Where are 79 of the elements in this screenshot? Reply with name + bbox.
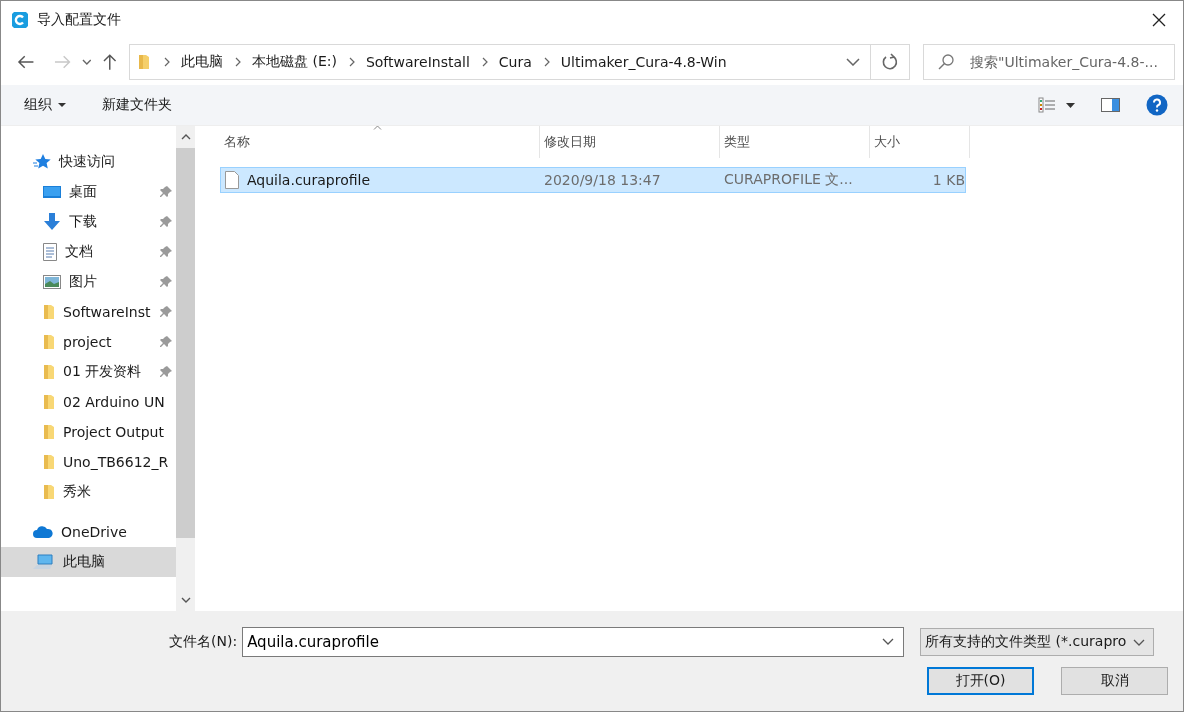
folder-icon (43, 484, 55, 500)
file-type-dropdown[interactable]: 所有支持的文件类型 (*.curapro (920, 628, 1155, 656)
chevron-right-icon[interactable] (235, 57, 241, 67)
chevron-right-icon[interactable] (543, 57, 550, 67)
file-icon (225, 171, 239, 189)
scroll-up-icon[interactable] (180, 134, 191, 140)
sidebar-item[interactable]: 快速访问 (1, 147, 176, 177)
sidebar-item[interactable]: SoftwareInst (1, 297, 176, 327)
chevron-down-icon[interactable] (882, 638, 895, 645)
caret-icon[interactable] (1066, 102, 1075, 108)
column-header[interactable]: 名称 (220, 126, 540, 158)
window-title: 导入配置文件 (37, 11, 121, 29)
chevron-right-icon[interactable] (164, 57, 170, 67)
date-cell-text: 2020/9/18 13:47 (543, 171, 662, 190)
folder-icon (43, 394, 55, 410)
organize-button[interactable]: 组织 (15, 92, 75, 118)
sidebar-item[interactable]: 秀米 (1, 477, 176, 507)
sidebar-item[interactable]: 02 Arduino UN (1, 387, 176, 417)
file-row[interactable]: Aquila.curaprofile 2020/9/18 13:47 CURAPROFILE 文... 1 KB (220, 167, 966, 193)
help-icon[interactable] (1146, 94, 1168, 116)
chevron-down-icon (1133, 638, 1146, 646)
column-header[interactable]: 类型 (720, 126, 870, 158)
monitor-icon (43, 185, 61, 199)
filename-field[interactable]: Aquila.curaprofile (242, 627, 905, 657)
refresh-icon (881, 53, 900, 71)
breadcrumb-item[interactable]: SoftwareInstall (365, 54, 470, 70)
column-header[interactable]: 修改日期 (540, 126, 720, 158)
preview-pane-icon[interactable] (1101, 98, 1120, 112)
star-icon (33, 154, 51, 170)
sidebar-item[interactable]: 图片 (1, 267, 176, 297)
down-arrow-icon (43, 213, 61, 231)
chevron-down-icon[interactable] (81, 59, 92, 65)
search-field[interactable]: 搜索"Ultimaker_Cura-4.8-... (923, 44, 1175, 80)
sidebar-item[interactable]: project (1, 327, 176, 357)
breadcrumb-item[interactable]: Ultimaker_Cura-4.8-Win (560, 54, 727, 70)
document-icon (43, 243, 57, 261)
address-bar[interactable]: 此电脑 本地磁盘 (E:) SoftwareInstall Cura Ultimaker_Cura-4.8-Win (129, 44, 872, 80)
close-icon[interactable] (1152, 13, 1166, 27)
computer-icon (33, 554, 55, 570)
file-name: Aquila.curaprofile (247, 172, 371, 188)
folder-icon (43, 364, 55, 380)
filename-label: 文件名(N): (169, 633, 238, 651)
caret-icon (58, 103, 66, 107)
sidebar-item[interactable]: 01 开发资料 (1, 357, 176, 387)
back-arrow-icon[interactable] (17, 55, 35, 69)
folder-icon (43, 454, 55, 470)
folder-icon (138, 54, 150, 70)
sidebar-item[interactable]: Uno_TB6612_R (1, 447, 176, 477)
type-cell-text: CURAPROFILE 文... (723, 170, 854, 189)
view-list-icon[interactable] (1038, 97, 1056, 113)
scrollbar-thumb[interactable] (176, 148, 195, 538)
breadcrumb-item[interactable]: 此电脑 (181, 53, 223, 71)
sidebar-item[interactable]: 文档 (1, 237, 176, 267)
picture-icon (43, 275, 61, 289)
open-button[interactable]: 打开(O) (927, 667, 1034, 695)
folder-icon (43, 334, 55, 350)
new-folder-button[interactable]: 新建文件夹 (93, 92, 181, 118)
size-cell-text: 1 KB (931, 171, 965, 190)
chevron-right-icon[interactable] (348, 57, 355, 67)
search-icon (937, 53, 955, 71)
app-icon (11, 11, 29, 29)
column-header[interactable]: 大小 (870, 126, 970, 158)
cloud-icon (33, 525, 53, 539)
sidebar-item[interactable]: 此电脑 (1, 547, 176, 577)
folder-icon (43, 304, 55, 320)
scrollbar[interactable] (176, 126, 195, 611)
sidebar-item[interactable]: 桌面 (1, 177, 176, 207)
sidebar-item[interactable]: Project Output (1, 417, 176, 447)
breadcrumb-item[interactable]: Cura (498, 54, 532, 70)
refresh-button[interactable] (871, 44, 910, 80)
up-arrow-icon[interactable] (103, 53, 117, 71)
chevron-down-icon[interactable] (846, 58, 861, 66)
scroll-down-icon[interactable] (180, 597, 191, 603)
sidebar-item[interactable]: OneDrive (1, 517, 176, 547)
chevron-right-icon[interactable] (481, 57, 488, 67)
breadcrumb-item[interactable]: 本地磁盘 (E:) (252, 53, 337, 71)
folder-icon (43, 424, 55, 440)
cancel-button[interactable]: 取消 (1061, 667, 1168, 695)
sidebar-item[interactable]: 下载 (1, 207, 176, 237)
